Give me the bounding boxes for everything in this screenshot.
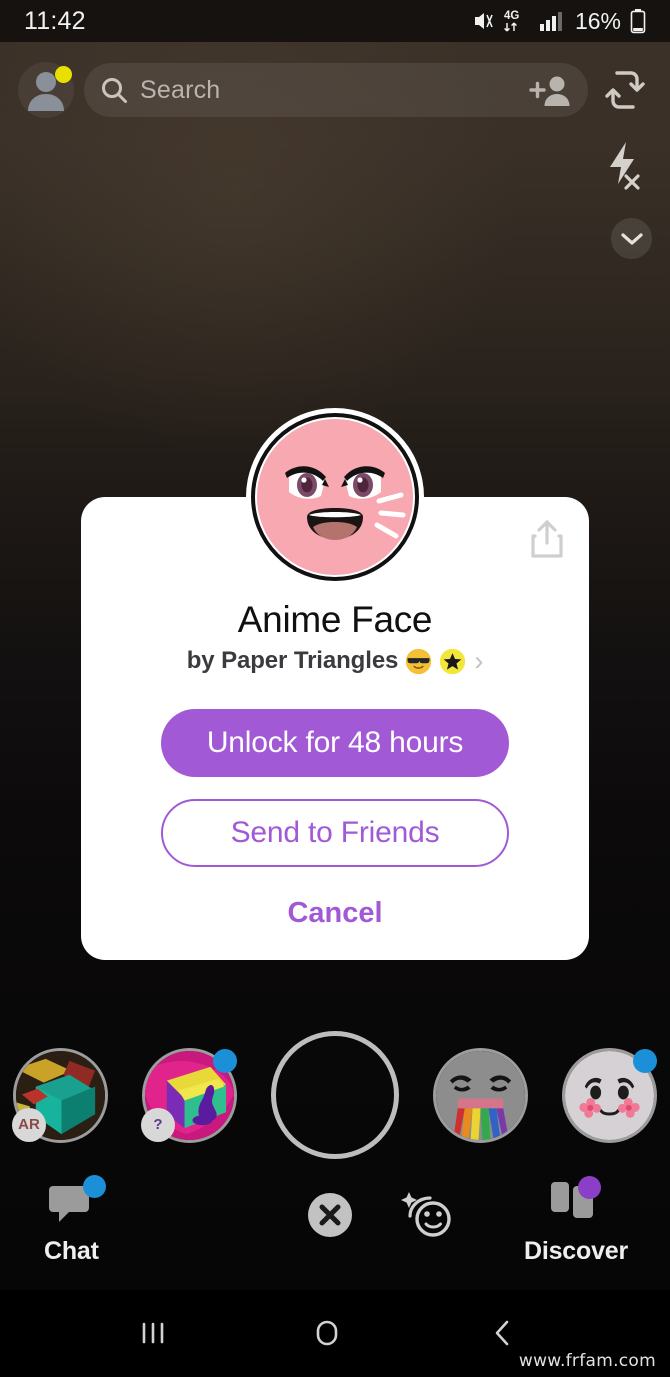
watermark: www.frfam.com [518, 1351, 656, 1371]
recents-button[interactable] [136, 1316, 170, 1350]
more-options-button[interactable] [611, 218, 652, 259]
home-icon [316, 1320, 338, 1346]
chevron-right-icon: › [474, 645, 484, 676]
lens-author-name: by Paper Triangles [186, 647, 399, 674]
avatar-notification-badge [55, 66, 72, 83]
star-badge [440, 648, 466, 674]
lens-carousel: AR ? [0, 1030, 670, 1160]
lens-dialog: Anime Face by Paper Triangles › Unlock f… [81, 413, 589, 960]
battery-percent: 16% [574, 7, 621, 34]
profile-avatar-button[interactable] [18, 62, 74, 118]
unlock-button[interactable]: Unlock for 48 hours [161, 709, 509, 777]
anime-face-icon [257, 419, 413, 575]
mystery-badge: ? [141, 1107, 175, 1142]
search-bar[interactable]: Search [84, 63, 588, 117]
capture-button[interactable] [271, 1031, 399, 1159]
status-indicators: 4G 16% [473, 8, 646, 35]
network-4g-icon: 4G [504, 10, 519, 32]
status-bar: 11:42 4G 16% [0, 0, 670, 42]
chat-notification-dot [83, 1175, 107, 1198]
mute-icon [474, 13, 493, 29]
lens-item-mystery[interactable]: ? [141, 1047, 237, 1143]
share-button[interactable] [529, 519, 565, 564]
recents-icon [142, 1322, 164, 1344]
lens-title: Anime Face [237, 599, 433, 640]
top-bar: Search [0, 55, 670, 125]
lens-item-ar-cube[interactable]: AR [12, 1047, 108, 1143]
lens-author-row[interactable]: by Paper Triangles › [81, 647, 589, 675]
share-icon [531, 520, 563, 558]
chevron-down-icon [620, 232, 643, 245]
close-x-icon [308, 1193, 352, 1237]
home-button[interactable] [310, 1316, 344, 1350]
android-nav-bar: www.frfam.com [0, 1290, 670, 1377]
send-to-friends-button[interactable]: Send to Friends [161, 799, 509, 867]
signal-bars-icon [539, 12, 562, 31]
lens-smiley-icon [401, 1192, 451, 1237]
sunglasses-emoji [406, 648, 432, 674]
rainbow-vomit-icon [436, 1050, 525, 1140]
discover-icon-wrap [549, 1176, 603, 1231]
camera-flip-button[interactable] [598, 68, 652, 112]
chat-label: Chat [44, 1237, 99, 1265]
discover-notification-dot [577, 1176, 601, 1199]
back-icon [495, 1320, 509, 1346]
status-time: 11:42 [24, 6, 86, 35]
cancel-button[interactable]: Cancel [81, 897, 589, 930]
close-dialog-button[interactable] [303, 1188, 357, 1242]
lens-avatar [251, 413, 419, 581]
chat-icon-wrap [47, 1175, 107, 1231]
new-lens-dot [213, 1048, 237, 1073]
nav-discover[interactable]: Discover [523, 1176, 628, 1266]
lens-explorer-button[interactable] [400, 1186, 458, 1242]
lens-item-rainbow-tongue[interactable] [433, 1047, 528, 1143]
lens-item-cute-blush[interactable] [562, 1047, 657, 1143]
new-lens-dot [633, 1048, 657, 1073]
bottom-nav: Chat Discover [0, 1168, 670, 1280]
add-friend-button[interactable] [528, 73, 572, 107]
svg-text:4G: 4G [504, 10, 519, 22]
ar-badge: AR [12, 1107, 46, 1142]
rainbow-tongue-thumbnail [436, 1050, 525, 1140]
back-button[interactable] [486, 1316, 520, 1350]
flash-off-icon [610, 142, 640, 190]
nav-chat[interactable]: Chat [44, 1175, 107, 1266]
add-friend-icon [529, 76, 570, 106]
search-input[interactable]: Search [140, 76, 516, 105]
search-icon [102, 78, 127, 103]
flash-button[interactable] [604, 140, 646, 195]
discover-label: Discover [523, 1237, 628, 1265]
camera-flip-icon [605, 71, 645, 109]
battery-icon [630, 9, 646, 34]
